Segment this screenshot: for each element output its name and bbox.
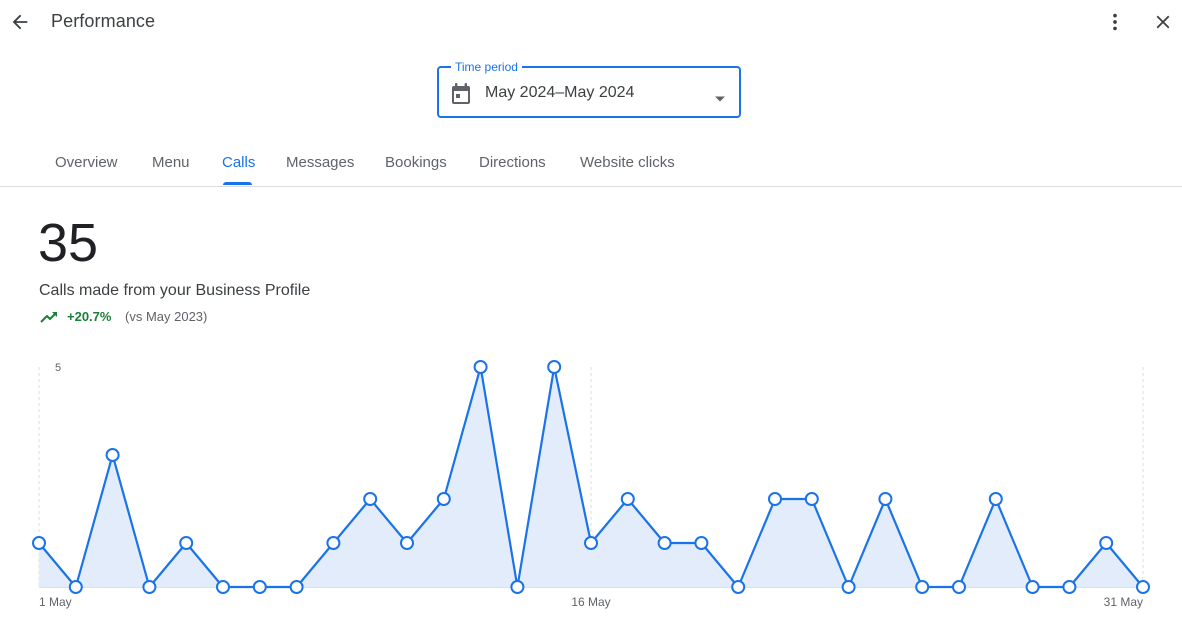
data-point[interactable] [804, 492, 819, 506]
change-percent: +20.7% [67, 309, 112, 324]
trending-up-icon [39, 309, 59, 325]
calls-chart-svg: 5 1 May 16 May 31 May [32, 360, 1150, 609]
data-point[interactable] [436, 492, 451, 506]
data-point[interactable] [584, 536, 598, 550]
data-point[interactable] [841, 580, 856, 594]
tab-menu[interactable]: Menu [152, 154, 190, 171]
calendar-icon [451, 83, 471, 105]
tab-overview[interactable]: Overview [55, 154, 118, 171]
data-point[interactable] [1099, 536, 1114, 550]
page-title: Performance [51, 11, 156, 31]
time-period-value: May 2024–May 2024 [485, 84, 635, 101]
active-tab-indicator [223, 182, 252, 185]
close-icon[interactable] [1150, 8, 1176, 36]
data-point[interactable] [694, 536, 709, 550]
chevron-down-icon [714, 90, 726, 102]
data-point[interactable] [768, 492, 782, 506]
tab-bar: Overview Menu Calls Messages Bookings Di… [0, 140, 1182, 187]
data-point[interactable] [179, 536, 194, 550]
data-point[interactable] [216, 580, 230, 594]
data-point[interactable] [400, 536, 414, 550]
tab-messages[interactable]: Messages [286, 154, 354, 171]
data-point[interactable] [68, 580, 83, 594]
x-tick-label: 16 May [571, 595, 610, 609]
tab-directions[interactable]: Directions [479, 154, 546, 171]
data-point[interactable] [1136, 580, 1150, 594]
data-point[interactable] [620, 492, 635, 506]
data-point[interactable] [105, 448, 120, 462]
data-point[interactable] [326, 536, 341, 550]
x-tick-label: 1 May [39, 595, 72, 609]
data-point[interactable] [510, 580, 525, 594]
tab-website-clicks[interactable]: Website clicks [580, 154, 675, 171]
change-comparison: (vs May 2023) [125, 309, 208, 324]
x-tick-label: 31 May [1104, 595, 1143, 609]
data-point[interactable] [289, 580, 304, 594]
metric-value: 35 [38, 213, 99, 273]
calls-chart: 5 1 May 16 May 31 May [0, 350, 1182, 636]
data-point[interactable] [731, 580, 746, 594]
time-period-select[interactable]: Time period May 2024–May 2024 [437, 59, 741, 118]
y-tick-label: 5 [55, 362, 61, 374]
arrow-back-icon[interactable] [6, 8, 34, 36]
data-point[interactable] [915, 580, 930, 594]
data-point[interactable] [32, 536, 46, 550]
data-point[interactable] [363, 492, 378, 506]
data-point[interactable] [473, 360, 488, 374]
data-point[interactable] [988, 492, 1003, 506]
data-point[interactable] [952, 580, 966, 594]
time-period-label: Time period [451, 59, 522, 75]
data-point[interactable] [1025, 580, 1040, 594]
data-point[interactable] [142, 580, 157, 594]
data-point[interactable] [547, 360, 562, 374]
tab-bookings[interactable]: Bookings [385, 154, 447, 171]
top-bar: Performance [0, 0, 1182, 44]
tab-calls[interactable]: Calls [222, 154, 255, 171]
metric-label: Calls made from your Business Profile [39, 282, 311, 299]
data-point[interactable] [878, 492, 893, 506]
data-point[interactable] [1062, 580, 1077, 594]
more-vert-icon[interactable] [1102, 8, 1128, 36]
data-point[interactable] [252, 580, 267, 594]
data-point[interactable] [657, 536, 672, 550]
